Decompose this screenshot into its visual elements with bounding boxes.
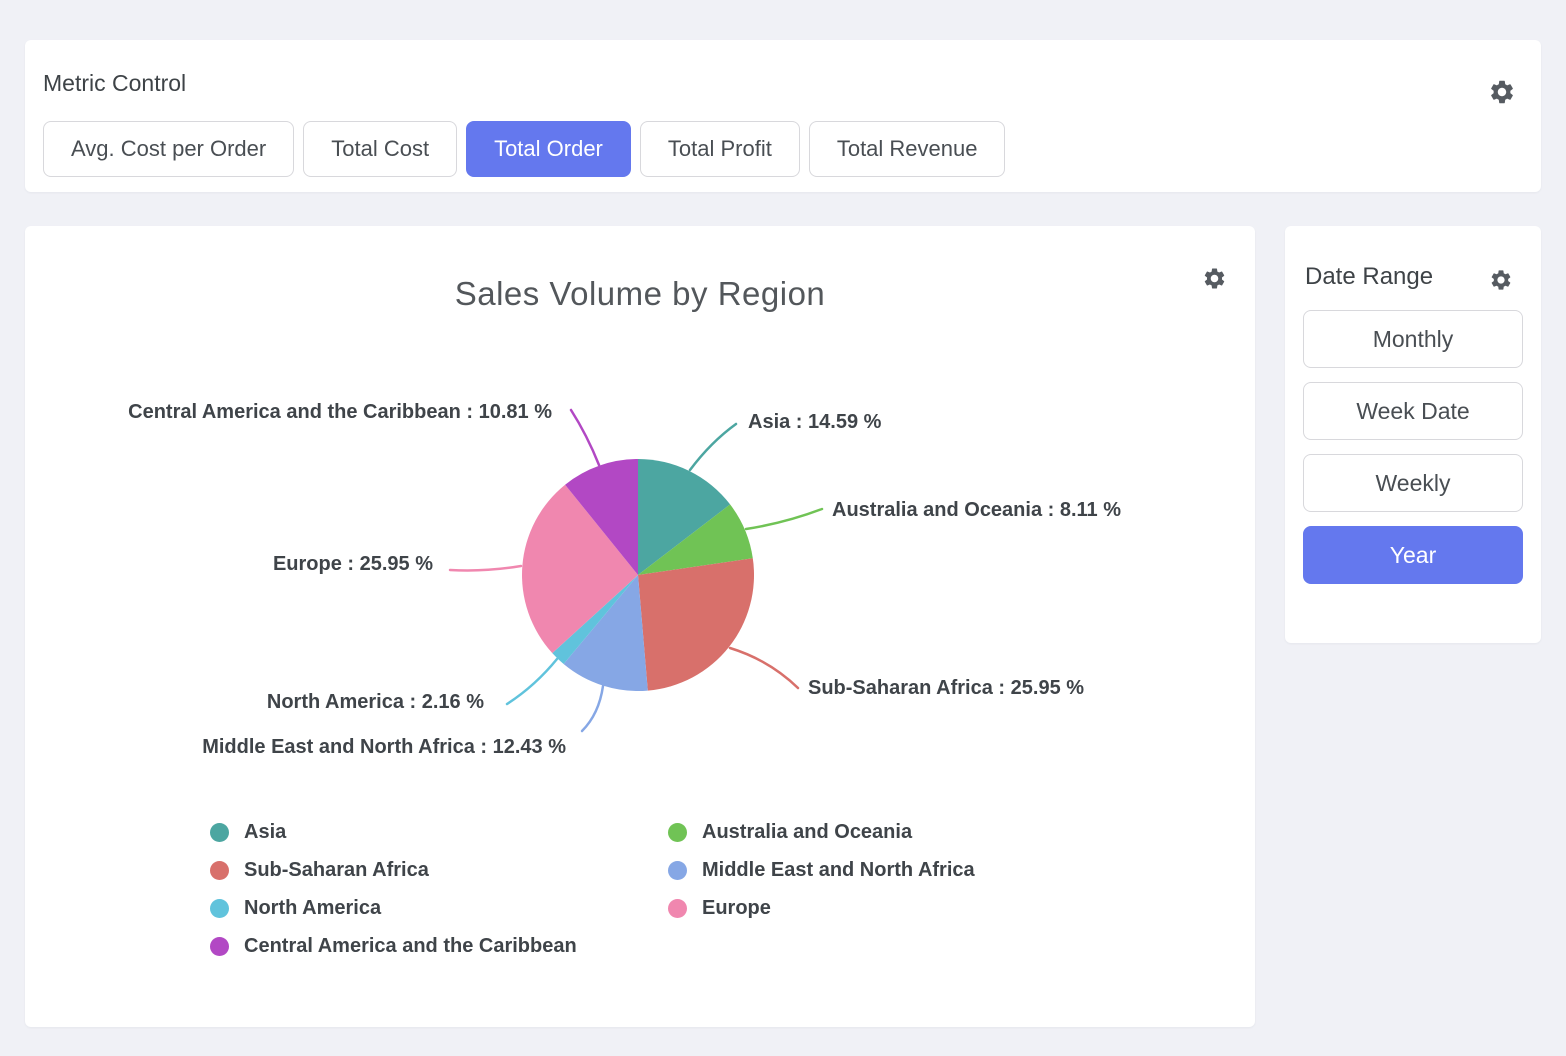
legend-dot-central-america-and-the-caribbean [210, 937, 229, 956]
callout-line-europe [450, 566, 521, 571]
gear-icon[interactable] [1489, 268, 1513, 292]
pie-callout-central-america-and-the-caribbean: Central America and the Caribbean : 10.8… [128, 400, 552, 424]
legend-dot-europe [668, 899, 687, 918]
legend-item-europe[interactable]: Europe [668, 889, 975, 927]
callout-line-sub-saharan-africa [730, 648, 798, 688]
callout-line-middle-east-and-north-africa [582, 686, 603, 731]
pie-callout-sub-saharan-africa: Sub-Saharan Africa : 25.95 % [808, 676, 1084, 700]
date-range-button-year[interactable]: Year [1303, 526, 1523, 584]
sales-volume-card: Sales Volume by Region Asia : 14.59 %Aus… [25, 226, 1255, 1027]
date-range-button-monthly[interactable]: Monthly [1303, 310, 1523, 368]
date-range-button-week-date[interactable]: Week Date [1303, 382, 1523, 440]
metric-button-total-revenue[interactable]: Total Revenue [809, 121, 1006, 177]
legend-dot-asia [210, 823, 229, 842]
pie-callout-middle-east-and-north-africa: Middle East and North Africa : 12.43 % [202, 735, 566, 759]
legend-item-sub-saharan-africa[interactable]: Sub-Saharan Africa [210, 851, 577, 889]
metric-button-avg-cost-per-order[interactable]: Avg. Cost per Order [43, 121, 294, 177]
pie-callout-australia-and-oceania: Australia and Oceania : 8.11 % [832, 498, 1121, 522]
pie-callout-asia: Asia : 14.59 % [748, 410, 881, 434]
legend-dot-middle-east-and-north-africa [668, 861, 687, 880]
legend-label: Europe [702, 897, 771, 920]
legend-label: Asia [244, 821, 286, 844]
pie-callout-north-america: North America : 2.16 % [267, 690, 484, 714]
legend-item-middle-east-and-north-africa[interactable]: Middle East and North Africa [668, 851, 975, 889]
date-range-card: Date Range Monthly Week Date Weekly Year [1285, 226, 1541, 643]
legend-label: Australia and Oceania [702, 821, 912, 844]
legend-dot-australia-and-oceania [668, 823, 687, 842]
callout-line-central-america-and-the-caribbean [571, 410, 599, 465]
metric-control-card: Metric Control Avg. Cost per OrderTotal … [25, 40, 1541, 192]
gear-icon[interactable] [1488, 78, 1516, 106]
callout-line-asia [690, 424, 736, 470]
legend-label: North America [244, 897, 381, 920]
callout-line-australia-and-oceania [746, 509, 822, 529]
legend-item-north-america[interactable]: North America [210, 889, 577, 927]
legend-label: Middle East and North Africa [702, 859, 975, 882]
metric-button-total-profit[interactable]: Total Profit [640, 121, 800, 177]
metric-control-title: Metric Control [43, 70, 186, 97]
legend-item-central-america-and-the-caribbean[interactable]: Central America and the Caribbean [210, 927, 577, 965]
date-range-buttons: Monthly Week Date Weekly Year [1303, 310, 1523, 584]
chart-legend-column-left: Asia Sub-Saharan Africa North America Centr… [210, 813, 577, 965]
metric-button-total-order[interactable]: Total Order [466, 121, 631, 177]
chart-legend-column-right: Australia and Oceania Middle East and Nor… [668, 813, 975, 927]
metric-button-total-cost[interactable]: Total Cost [303, 121, 457, 177]
legend-label: Central America and the Caribbean [244, 935, 577, 958]
pie-callout-europe: Europe : 25.95 % [273, 552, 433, 576]
legend-dot-sub-saharan-africa [210, 861, 229, 880]
date-range-button-weekly[interactable]: Weekly [1303, 454, 1523, 512]
legend-dot-north-america [210, 899, 229, 918]
legend-label: Sub-Saharan Africa [244, 859, 429, 882]
date-range-title: Date Range [1305, 263, 1433, 291]
legend-item-asia[interactable]: Asia [210, 813, 577, 851]
pie-slice-sub-saharan-africa[interactable] [638, 558, 754, 690]
legend-item-australia-and-oceania[interactable]: Australia and Oceania [668, 813, 975, 851]
metric-buttons: Avg. Cost per OrderTotal CostTotal Order… [43, 121, 1005, 177]
callout-line-north-america [507, 659, 557, 704]
